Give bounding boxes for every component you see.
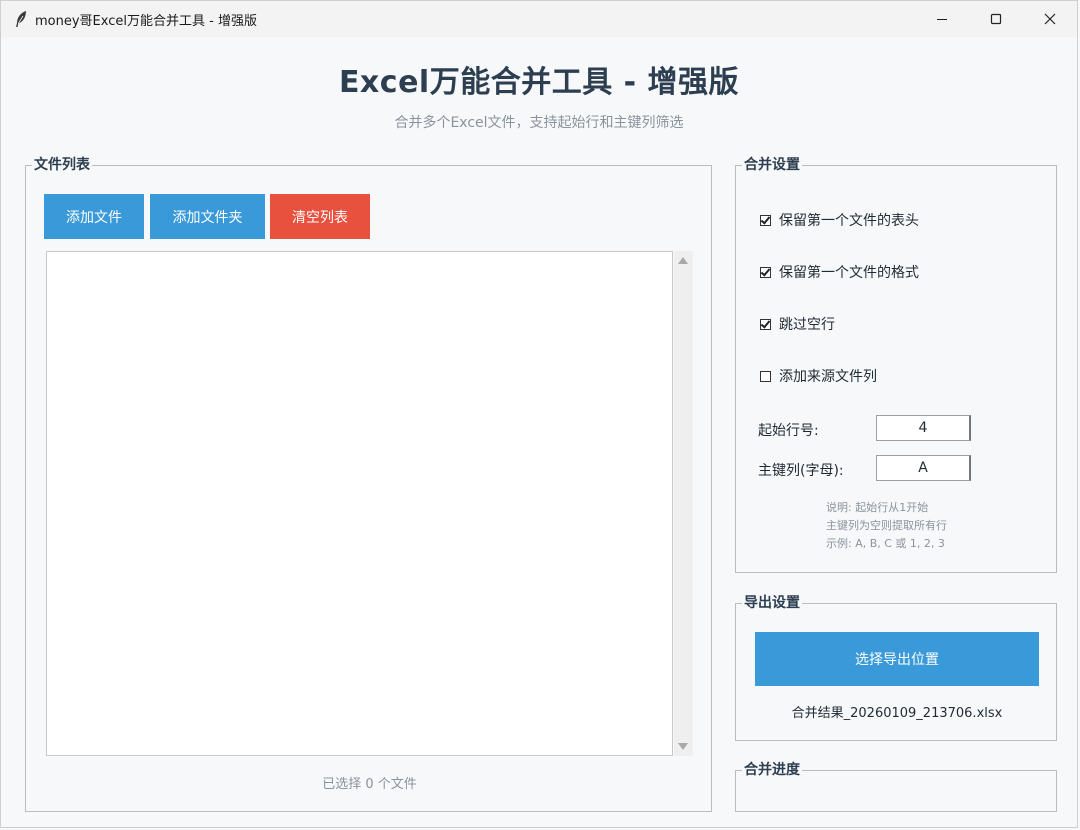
start-row-label: 起始行号: — [758, 423, 819, 439]
scroll-up-icon[interactable] — [678, 257, 688, 264]
maximize-button[interactable] — [969, 1, 1023, 37]
export-settings-group: 导出设置 选择导出位置 合并结果_20260109_213706.xlsx — [735, 594, 1057, 741]
page-title: Excel万能合并工具 - 增强版 — [338, 65, 740, 100]
keep-format-label: 保留第一个文件的格式 — [779, 265, 919, 281]
scroll-down-icon[interactable] — [678, 743, 688, 750]
feather-icon — [11, 9, 31, 29]
minimize-icon — [937, 19, 947, 20]
merge-progress-group: 合并进度 — [735, 761, 1057, 812]
keep-header-option[interactable]: 保留第一个文件的表头 — [760, 211, 919, 229]
maximize-icon — [990, 13, 1002, 25]
keep-header-checkbox[interactable] — [760, 214, 771, 226]
export-settings-group-label: 导出设置 — [742, 594, 802, 612]
start-row-input[interactable] — [876, 415, 971, 441]
keep-format-option[interactable]: 保留第一个文件的格式 — [760, 263, 919, 281]
note-line: 主键列为空则提取所有行 — [826, 519, 947, 532]
add-source-column-checkbox[interactable] — [760, 370, 771, 382]
page-subtitle: 合并多个Excel文件，支持起始行和主键列筛选 — [394, 115, 684, 131]
file-list-group-label: 文件列表 — [32, 156, 92, 174]
skip-empty-rows-option[interactable]: 跳过空行 — [760, 315, 835, 333]
settings-notes: 说明: 起始行从1开始 主键列为空则提取所有行 示例: A, B, C 或 1,… — [826, 499, 947, 553]
add-folder-button[interactable]: 添加文件夹 — [150, 194, 265, 239]
choose-export-location-button[interactable]: 选择导出位置 — [755, 632, 1039, 686]
window-title: money哥Excel万能合并工具 - 增强版 — [35, 13, 257, 29]
title-bar[interactable]: money哥Excel万能合并工具 - 增强版 — [1, 1, 1077, 37]
skip-empty-rows-label: 跳过空行 — [779, 317, 835, 333]
app-window: money哥Excel万能合并工具 - 增强版 Excel万能合并工具 - 增强… — [0, 0, 1078, 828]
add-file-button[interactable]: 添加文件 — [44, 194, 144, 239]
close-button[interactable] — [1023, 1, 1077, 37]
file-listbox[interactable] — [46, 251, 673, 756]
skip-empty-rows-checkbox[interactable] — [760, 318, 771, 330]
merge-progress-group-label: 合并进度 — [742, 761, 802, 779]
window-controls — [915, 1, 1077, 37]
merge-settings-group: 合并设置 保留第一个文件的表头 保留第一个文件的格式 跳过空行 添加来源文件列 … — [735, 156, 1057, 573]
key-column-input[interactable] — [876, 455, 971, 481]
keep-header-label: 保留第一个文件的表头 — [779, 213, 919, 229]
selected-count-text: 已选择 0 个文件 — [322, 777, 417, 792]
keep-format-checkbox[interactable] — [760, 266, 771, 278]
export-filename: 合并结果_20260109_213706.xlsx — [791, 706, 1003, 721]
minimize-button[interactable] — [915, 1, 969, 37]
add-source-column-label: 添加来源文件列 — [779, 369, 877, 385]
close-icon — [1044, 13, 1056, 25]
file-list-group: 文件列表 添加文件 添加文件夹 清空列表 已选择 0 个文件 — [25, 156, 712, 812]
note-line: 说明: 起始行从1开始 — [826, 501, 929, 514]
key-column-label: 主键列(字母): — [758, 463, 844, 479]
note-line: 示例: A, B, C 或 1, 2, 3 — [826, 537, 945, 550]
file-list-scrollbar[interactable] — [674, 251, 693, 756]
add-source-column-option[interactable]: 添加来源文件列 — [760, 367, 877, 385]
clear-list-button[interactable]: 清空列表 — [270, 194, 370, 239]
merge-settings-group-label: 合并设置 — [742, 156, 802, 174]
